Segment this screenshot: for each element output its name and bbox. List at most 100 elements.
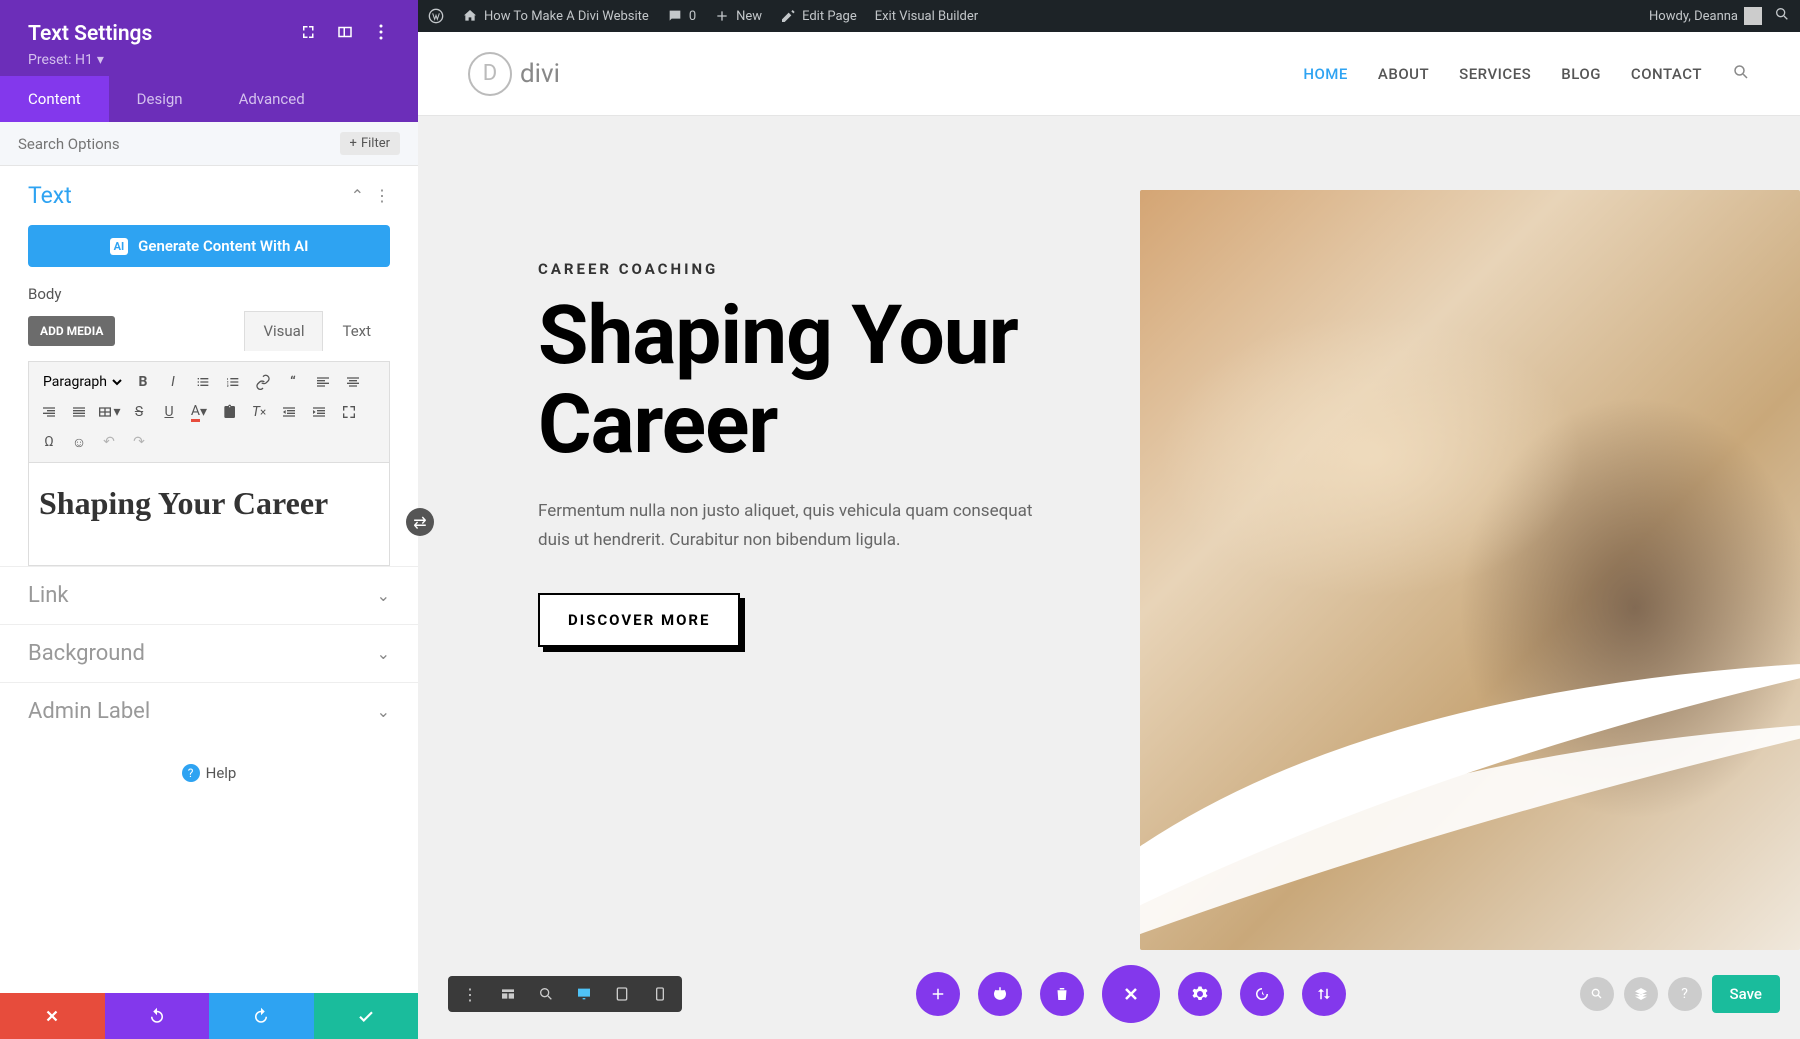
align-justify-button[interactable] [67,400,91,424]
generate-ai-button[interactable]: AI Generate Content With AI [28,225,390,267]
hero-image[interactable] [1140,190,1800,950]
format-select[interactable]: Paragraph [37,371,125,393]
preview-canvas: D divi HOME ABOUT SERVICES BLOG CONTACT … [418,32,1800,1039]
sidebar-body: Text ⌃⋮ AI Generate Content With AI Body… [0,166,418,993]
site-logo[interactable]: D divi [468,52,560,96]
redo-footer-button[interactable] [209,993,314,1039]
power-button[interactable] [978,972,1022,1016]
sort-button[interactable] [1302,972,1346,1016]
caret-down-icon: ▾ [97,52,104,68]
quote-button[interactable]: “ [281,370,305,394]
section-background-header[interactable]: Background ⌄ [0,624,418,682]
nav-services[interactable]: SERVICES [1459,65,1531,83]
add-media-button[interactable]: ADD MEDIA [28,316,115,346]
clear-format-button[interactable]: T× [247,400,271,424]
body-label: Body [0,285,418,311]
section-text-header[interactable]: Text ⌃⋮ [0,166,418,225]
search-icon[interactable] [1774,6,1790,26]
filter-button[interactable]: + Filter [340,132,400,155]
undo-button[interactable]: ↶ [97,430,121,454]
center-actions [916,965,1346,1023]
section-link-header[interactable]: Link ⌄ [0,566,418,624]
phone-icon[interactable] [648,982,672,1006]
sidebar-footer [0,993,418,1039]
more-icon[interactable] [372,23,390,45]
nav-search-icon[interactable] [1732,63,1750,85]
site-link[interactable]: How To Make A Divi Website [462,8,649,24]
close-builder-button[interactable] [1102,965,1160,1023]
chevron-down-icon: ⌄ [377,644,390,663]
specialchar-button[interactable]: Ω [37,430,61,454]
wp-logo[interactable] [428,8,444,24]
align-left-button[interactable] [311,370,335,394]
tab-content[interactable]: Content [0,76,109,122]
search-input[interactable] [18,135,247,153]
textcolor-button[interactable]: A▾ [187,400,211,424]
user-greeting[interactable]: Howdy, Deanna [1649,7,1762,25]
kebab-icon[interactable]: ⋮ [458,982,482,1006]
resize-handle[interactable]: ⇄ [406,508,434,536]
history-button[interactable] [1240,972,1284,1016]
underline-button[interactable]: U [157,400,181,424]
panel-icon[interactable] [336,23,354,45]
paste-button[interactable] [217,400,241,424]
find-button[interactable] [1580,977,1614,1011]
hero-section: CAREER COACHING Shaping Your Career Ferm… [418,116,1800,1039]
tab-advanced[interactable]: Advanced [211,76,333,122]
editor-content[interactable]: Shaping Your Career [28,463,390,566]
cancel-button[interactable] [0,993,105,1039]
hero-eyebrow[interactable]: CAREER COACHING [538,260,1078,278]
indent-button[interactable] [307,400,331,424]
ul-button[interactable] [191,370,215,394]
site-header: D divi HOME ABOUT SERVICES BLOG CONTACT [418,32,1800,116]
trash-button[interactable] [1040,972,1084,1016]
logo-icon: D [468,52,512,96]
outdent-button[interactable] [277,400,301,424]
preset-selector[interactable]: Preset: H1 ▾ [28,52,390,68]
link-button[interactable] [251,370,275,394]
hero-cta-button[interactable]: DISCOVER MORE [538,593,740,647]
nav-about[interactable]: ABOUT [1378,65,1429,83]
section-admin-header[interactable]: Admin Label ⌄ [0,682,418,740]
settings-button[interactable] [1178,972,1222,1016]
help-icon: ? [182,764,200,782]
help-link[interactable]: ? Help [0,740,418,806]
edit-page-link[interactable]: Edit Page [780,8,857,24]
exit-vb-link[interactable]: Exit Visual Builder [875,9,978,24]
nav-home[interactable]: HOME [1303,65,1348,83]
fullscreen-button[interactable] [337,400,361,424]
ol-button[interactable] [221,370,245,394]
add-button[interactable] [916,972,960,1016]
avatar [1744,7,1762,25]
italic-button[interactable]: I [161,370,185,394]
hero-paragraph[interactable]: Fermentum nulla non justo aliquet, quis … [538,497,1058,555]
save-button[interactable]: Save [1712,975,1780,1013]
hero-heading[interactable]: Shaping Your Career [538,292,1078,469]
nav-contact[interactable]: CONTACT [1631,65,1702,83]
table-button[interactable]: ▾ [97,400,121,424]
nav-blog[interactable]: BLOG [1561,65,1601,83]
wireframe-icon[interactable] [496,982,520,1006]
new-link[interactable]: New [714,8,762,24]
editor-toolbar: Paragraph B I “ ▾ S U A▾ T× Ω ☺ ↶ ↷ [28,361,390,463]
expand-icon[interactable] [300,23,318,45]
chevron-down-icon: ⌄ [377,702,390,721]
strike-button[interactable]: S [127,400,151,424]
bold-button[interactable]: B [131,370,155,394]
confirm-button[interactable] [314,993,419,1039]
undo-footer-button[interactable] [105,993,210,1039]
comments-link[interactable]: 0 [667,8,696,24]
editor-tab-visual[interactable]: Visual [244,311,323,351]
redo-button[interactable]: ↷ [127,430,151,454]
emoji-button[interactable]: ☺ [67,430,91,454]
kebab-icon[interactable]: ⋮ [374,186,390,205]
editor-tab-text[interactable]: Text [323,311,390,351]
desktop-icon[interactable] [572,982,596,1006]
align-center-button[interactable] [341,370,365,394]
layers-button[interactable] [1624,977,1658,1011]
align-right-button[interactable] [37,400,61,424]
tablet-icon[interactable] [610,982,634,1006]
tab-design[interactable]: Design [109,76,211,122]
zoom-icon[interactable] [534,982,558,1006]
help-button[interactable]: ? [1668,977,1702,1011]
